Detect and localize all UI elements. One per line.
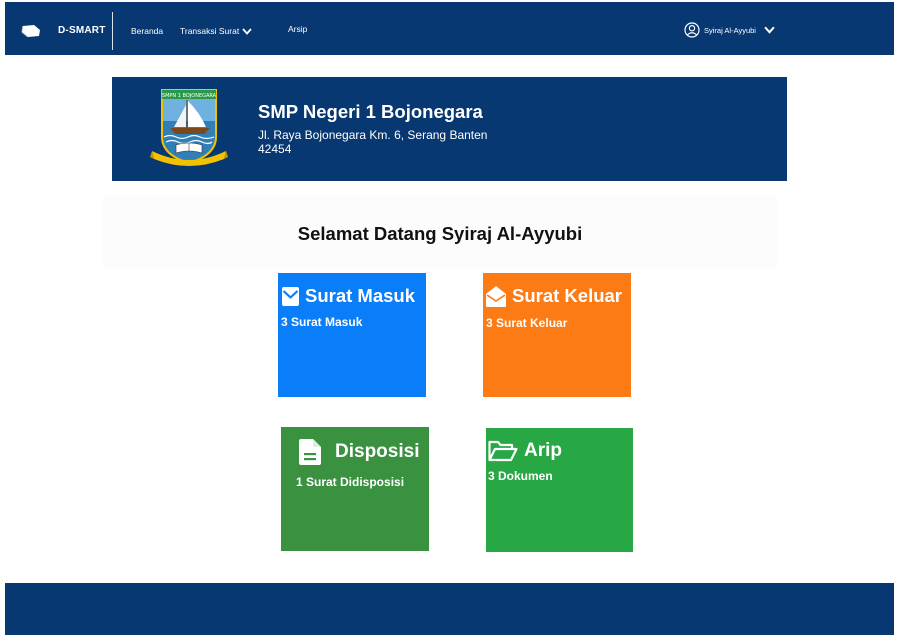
card-count: 3 Dokumen bbox=[488, 469, 553, 483]
nav-transaksi-surat[interactable]: Transaksi Surat bbox=[180, 26, 252, 36]
folder-open-icon bbox=[488, 440, 518, 462]
welcome-heading: Selamat Datang Syiraj Al-Ayyubi bbox=[297, 223, 583, 244]
card-disposisi[interactable]: Disposisi 1 Surat Didisposisi bbox=[281, 427, 429, 551]
brand-name[interactable]: D-SMART bbox=[58, 25, 106, 36]
school-address: Jl. Raya Bojonegara Km. 6, Serang Banten… bbox=[258, 128, 488, 156]
emblem-text: SMPN 1 BOJONEGARA bbox=[162, 93, 217, 99]
chevron-down-icon bbox=[242, 27, 252, 35]
card-arip[interactable]: Arip 3 Dokumen bbox=[486, 428, 633, 552]
card-title-label: Surat Keluar bbox=[512, 285, 623, 306]
chevron-down-icon bbox=[764, 26, 775, 34]
user-circle-icon bbox=[684, 22, 700, 38]
card-surat-masuk[interactable]: Surat Masuk 3 Surat Masuk bbox=[278, 273, 426, 397]
school-name: SMP Negeri 1 Bojonegara bbox=[258, 101, 483, 122]
school-banner: SMPN 1 BOJONEGARA SMP Negeri 1 Bojonegar… bbox=[112, 77, 787, 181]
card-title-label: Disposisi bbox=[335, 441, 420, 462]
document-icon bbox=[299, 439, 321, 465]
card-title: Surat Keluar bbox=[486, 285, 622, 307]
nav-divider bbox=[112, 12, 113, 50]
card-count: 3 Surat Keluar bbox=[486, 316, 568, 330]
card-count: 3 Surat Masuk bbox=[281, 315, 363, 329]
nav-beranda[interactable]: Beranda bbox=[131, 26, 163, 36]
envelope-open-icon bbox=[486, 286, 506, 307]
card-title-label: Arip bbox=[524, 440, 562, 461]
card-count: 1 Surat Didisposisi bbox=[296, 475, 405, 489]
footer bbox=[5, 583, 894, 635]
school-emblem-icon: SMPN 1 BOJONEGARA bbox=[150, 87, 228, 167]
user-menu[interactable]: Syiraj Al-Ayyubi bbox=[684, 22, 775, 38]
user-name: Syiraj Al-Ayyubi bbox=[704, 25, 756, 35]
card-title: Surat Masuk bbox=[282, 285, 415, 307]
nav-arsip[interactable]: Arsip bbox=[288, 24, 307, 34]
card-surat-keluar[interactable]: Surat Keluar 3 Surat Keluar bbox=[483, 273, 631, 397]
envelope-icon bbox=[282, 286, 299, 306]
card-title: Arip bbox=[488, 440, 562, 462]
nav-transaksi-label: Transaksi Surat bbox=[180, 26, 240, 36]
card-title-label: Surat Masuk bbox=[305, 285, 416, 306]
eraser-logo-icon[interactable] bbox=[21, 24, 41, 38]
card-title: Disposisi bbox=[299, 439, 419, 465]
navbar: D-SMART Beranda Transaksi Surat Arsip Sy… bbox=[5, 2, 894, 55]
